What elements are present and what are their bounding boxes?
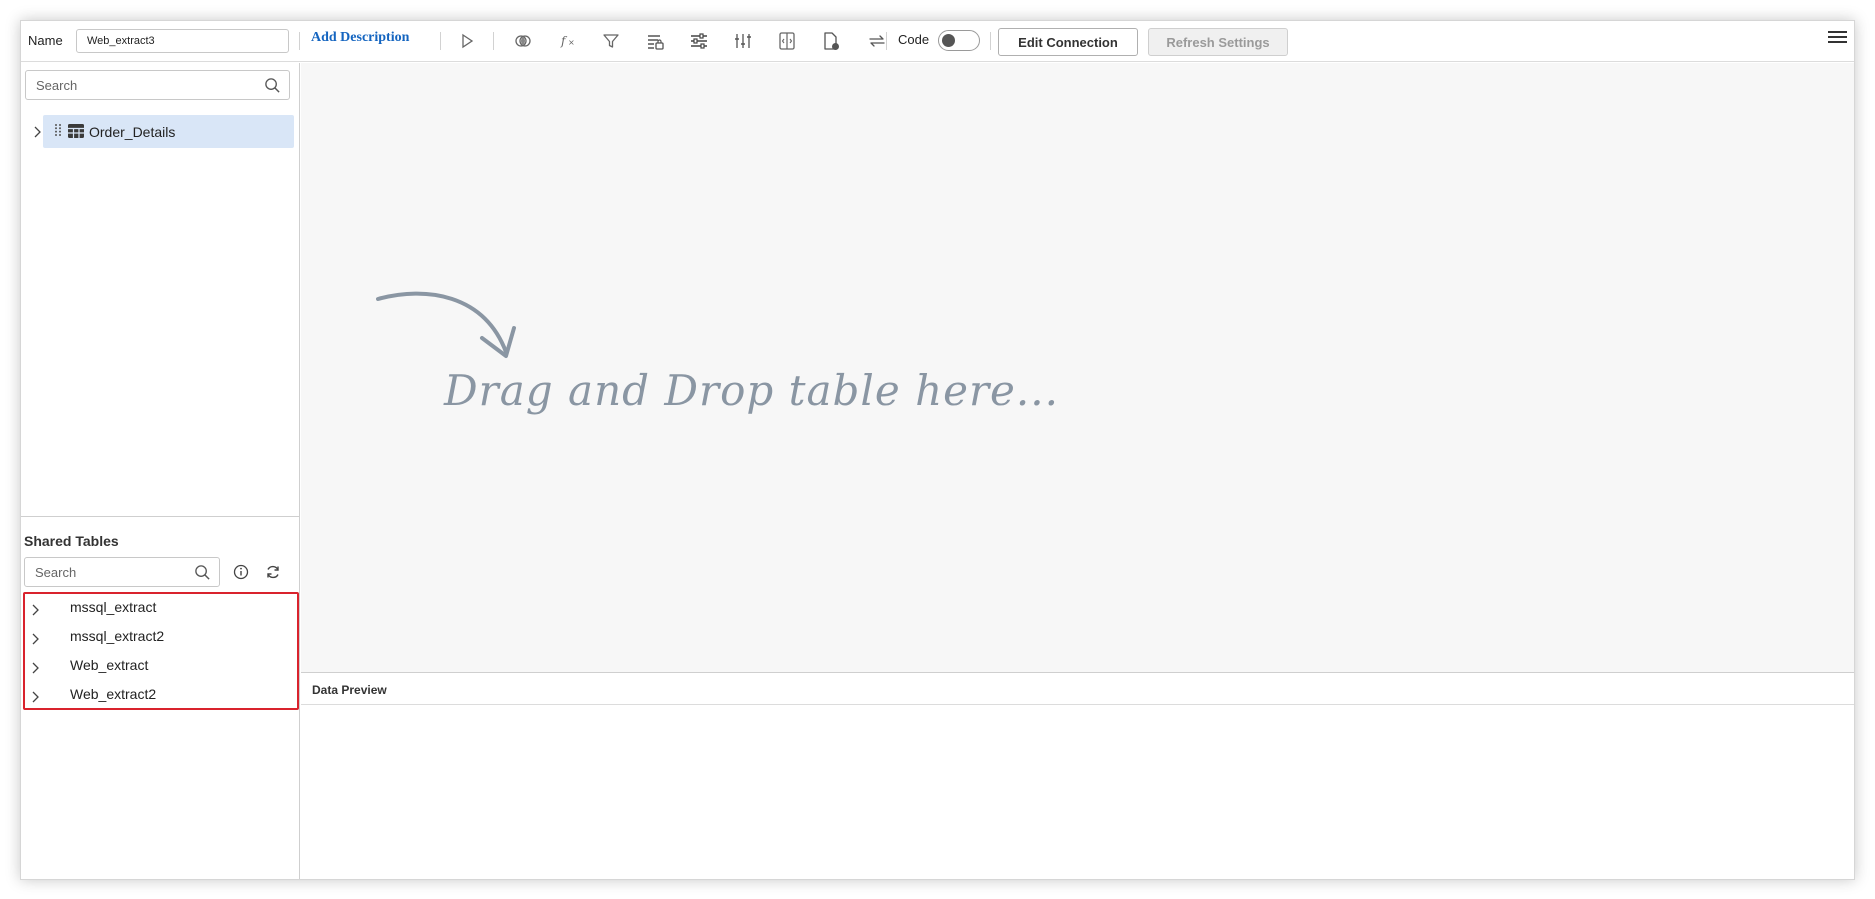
toolbar-separator (886, 32, 887, 50)
info-icon[interactable] (232, 563, 250, 581)
toolbar-separator (440, 32, 441, 50)
filter-icon[interactable] (600, 31, 622, 51)
toolbar-separator (299, 32, 300, 50)
menu-bar (1828, 31, 1847, 33)
svg-text:×: × (568, 38, 575, 47)
menu-bar (1828, 36, 1847, 38)
chevron-right-icon[interactable] (31, 603, 41, 617)
menu-bar (1828, 41, 1847, 43)
shared-search-input[interactable] (25, 558, 219, 586)
shared-table-label: mssql_extract (70, 599, 157, 615)
shared-table-label: Web_extract2 (70, 686, 157, 702)
panel-divider (21, 516, 299, 517)
formula-icon[interactable]: f × (556, 31, 578, 51)
curved-arrow-icon (376, 291, 516, 358)
shared-tables-list: mssql_extract mssql_extract2 Web_extract… (23, 592, 299, 710)
swap-icon[interactable] (866, 31, 888, 51)
code-label: Code (898, 32, 930, 47)
drag-handle-icon[interactable] (54, 123, 62, 137)
chevron-right-icon[interactable] (31, 632, 41, 646)
edit-connection-button[interactable]: Edit Connection (998, 28, 1138, 56)
tables-search-input[interactable] (26, 71, 289, 99)
name-input[interactable] (76, 29, 289, 53)
data-preview-title: Data Preview (312, 683, 387, 697)
chevron-right-icon[interactable] (33, 125, 43, 139)
chevron-right-icon[interactable] (31, 690, 41, 704)
shared-table-item[interactable]: mssql_extract (25, 595, 297, 623)
toolbar-separator (990, 32, 991, 50)
toolbar-separator (493, 32, 494, 50)
table-item-label: Order_Details (89, 124, 176, 140)
sort-icon[interactable] (644, 31, 666, 51)
settings-sliders-icon[interactable] (688, 31, 710, 51)
table-icon (68, 124, 84, 138)
table-item-order-details[interactable]: Order_Details (43, 115, 294, 148)
shared-table-item[interactable]: Web_extract (25, 653, 297, 681)
column-adjust-icon[interactable] (732, 31, 754, 51)
search-icon[interactable] (264, 77, 281, 94)
shared-tables-search (24, 557, 220, 587)
tables-panel: Order_Details Shared Tables mssql_extrac… (21, 63, 300, 879)
refresh-settings-button[interactable]: Refresh Settings (1148, 28, 1288, 56)
shared-table-label: mssql_extract2 (70, 628, 165, 644)
run-icon[interactable] (456, 31, 478, 51)
add-description-link[interactable]: Add Description (311, 30, 409, 46)
split-column-icon[interactable] (776, 31, 798, 51)
drop-hint: Drag and Drop table here... (444, 366, 1059, 415)
menu-icon[interactable] (1828, 28, 1848, 48)
shared-table-label: Web_extract (70, 657, 149, 673)
file-status-icon[interactable] (820, 31, 842, 51)
drop-canvas[interactable]: Drag and Drop table here... (301, 63, 1854, 672)
refresh-icon[interactable] (264, 563, 282, 581)
shared-tables-title: Shared Tables (24, 533, 119, 549)
toolbar: Name Add Description f× (21, 21, 1854, 62)
search-icon[interactable] (194, 564, 211, 581)
name-label: Name (28, 33, 63, 48)
shared-table-item[interactable]: Web_extract2 (25, 682, 297, 710)
chevron-right-icon[interactable] (31, 661, 41, 675)
data-preview-panel: Data Preview (301, 672, 1854, 879)
data-preview-header: Data Preview (301, 673, 1854, 705)
tables-search (25, 70, 290, 100)
svg-text:f: f (560, 34, 568, 48)
toggle-knob (942, 34, 955, 47)
shared-table-item[interactable]: mssql_extract2 (25, 624, 297, 652)
code-toggle[interactable] (938, 30, 980, 51)
join-icon[interactable] (512, 31, 534, 51)
app-window: Name Add Description f× (20, 20, 1855, 880)
